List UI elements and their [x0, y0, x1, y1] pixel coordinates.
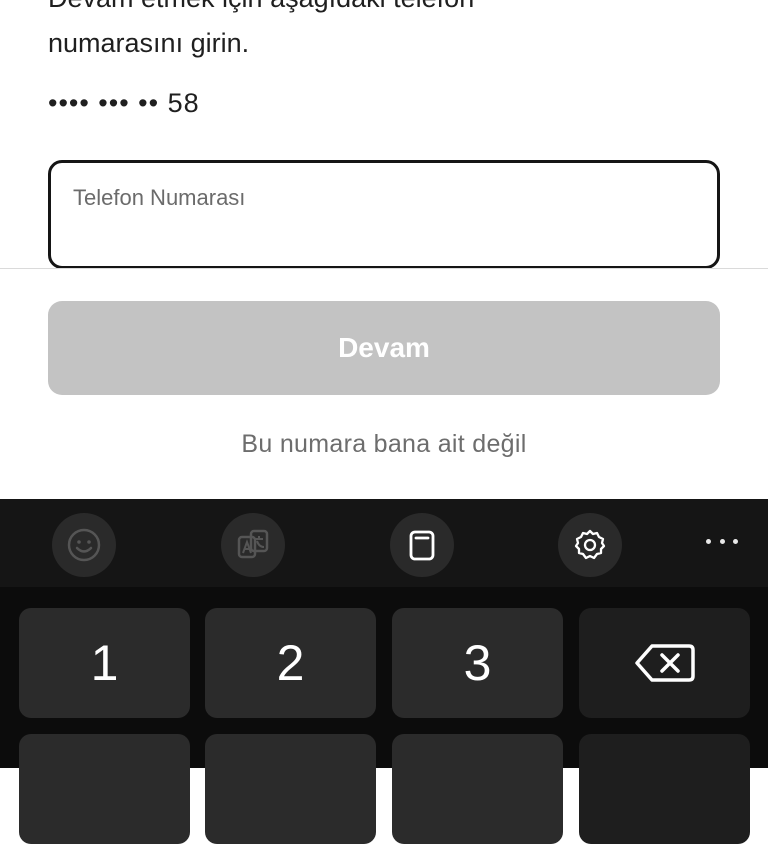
key-5[interactable] [205, 734, 376, 844]
masked-phone-number: •••• ••• •• 58 [48, 88, 200, 118]
key-3[interactable]: 3 [392, 608, 563, 718]
instruction-text: Devam etmek için aşağıdaki telefon numar… [48, 0, 474, 58]
backspace-key[interactable] [579, 608, 750, 718]
phone-number-input[interactable] [73, 219, 693, 253]
emoji-icon[interactable] [52, 513, 116, 577]
key-1[interactable]: 1 [19, 608, 190, 718]
keyboard-toolbar [0, 499, 768, 587]
key-6[interactable] [392, 734, 563, 844]
clipboard-icon[interactable] [390, 513, 454, 577]
not-my-number-link[interactable]: Bu numara bana ait değil [0, 430, 768, 459]
phone-number-label: Telefon Numarası [73, 185, 246, 210]
key-4[interactable] [19, 734, 190, 844]
settings-icon[interactable] [558, 513, 622, 577]
divider [0, 268, 768, 269]
numeric-keyboard: 1 2 3 [0, 587, 768, 844]
key-extra[interactable] [579, 734, 750, 844]
translate-icon[interactable] [221, 513, 285, 577]
phone-number-field[interactable]: Telefon Numarası [48, 160, 720, 269]
key-2[interactable]: 2 [205, 608, 376, 718]
backspace-icon [634, 644, 695, 682]
continue-button[interactable]: Devam [48, 301, 720, 395]
more-icon[interactable] [706, 529, 738, 553]
